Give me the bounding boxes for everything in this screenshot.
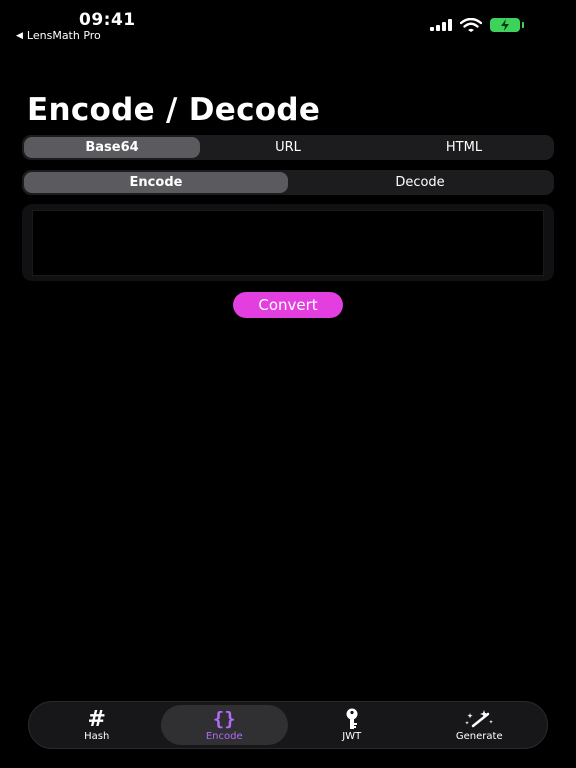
tab-hash[interactable]: # Hash xyxy=(33,705,161,745)
status-time: 09:41 xyxy=(79,10,136,30)
page-title: Encode / Decode xyxy=(27,92,321,128)
tab-bar: # Hash {} Encode JWT Generate xyxy=(28,701,548,749)
tab-encode-label: Encode xyxy=(205,730,243,742)
tab-jwt-label: JWT xyxy=(342,730,362,742)
segment-url[interactable]: URL xyxy=(200,137,376,158)
braces-icon: {} xyxy=(212,708,236,730)
magic-wand-icon xyxy=(464,709,494,730)
input-text-container xyxy=(22,204,554,281)
battery-charging-icon xyxy=(490,18,524,32)
encoding-type-selector: Base64 URL HTML xyxy=(22,135,554,160)
convert-button[interactable]: Convert xyxy=(233,292,343,318)
segment-decode[interactable]: Decode xyxy=(288,172,552,193)
tab-hash-label: Hash xyxy=(84,730,110,742)
segment-html[interactable]: HTML xyxy=(376,137,552,158)
tab-jwt[interactable]: JWT xyxy=(288,705,416,745)
back-to-app-link[interactable]: ◀ LensMath Pro xyxy=(16,29,101,42)
status-bar: 09:41 ◀ LensMath Pro xyxy=(0,0,576,48)
segment-encode[interactable]: Encode xyxy=(24,172,288,193)
wifi-icon xyxy=(460,18,482,32)
hash-icon: # xyxy=(87,706,106,732)
input-text-field[interactable] xyxy=(32,210,544,276)
mode-selector: Encode Decode xyxy=(22,170,554,195)
segment-base64[interactable]: Base64 xyxy=(24,137,200,158)
tab-encode[interactable]: {} Encode xyxy=(160,705,288,745)
back-arrow-icon: ◀ xyxy=(16,30,23,41)
cellular-signal-icon xyxy=(430,19,452,31)
tab-generate-label: Generate xyxy=(455,730,503,742)
tab-generate[interactable]: Generate xyxy=(416,705,544,745)
key-icon xyxy=(344,708,360,730)
back-app-label: LensMath Pro xyxy=(26,29,101,42)
status-indicators xyxy=(430,18,524,32)
